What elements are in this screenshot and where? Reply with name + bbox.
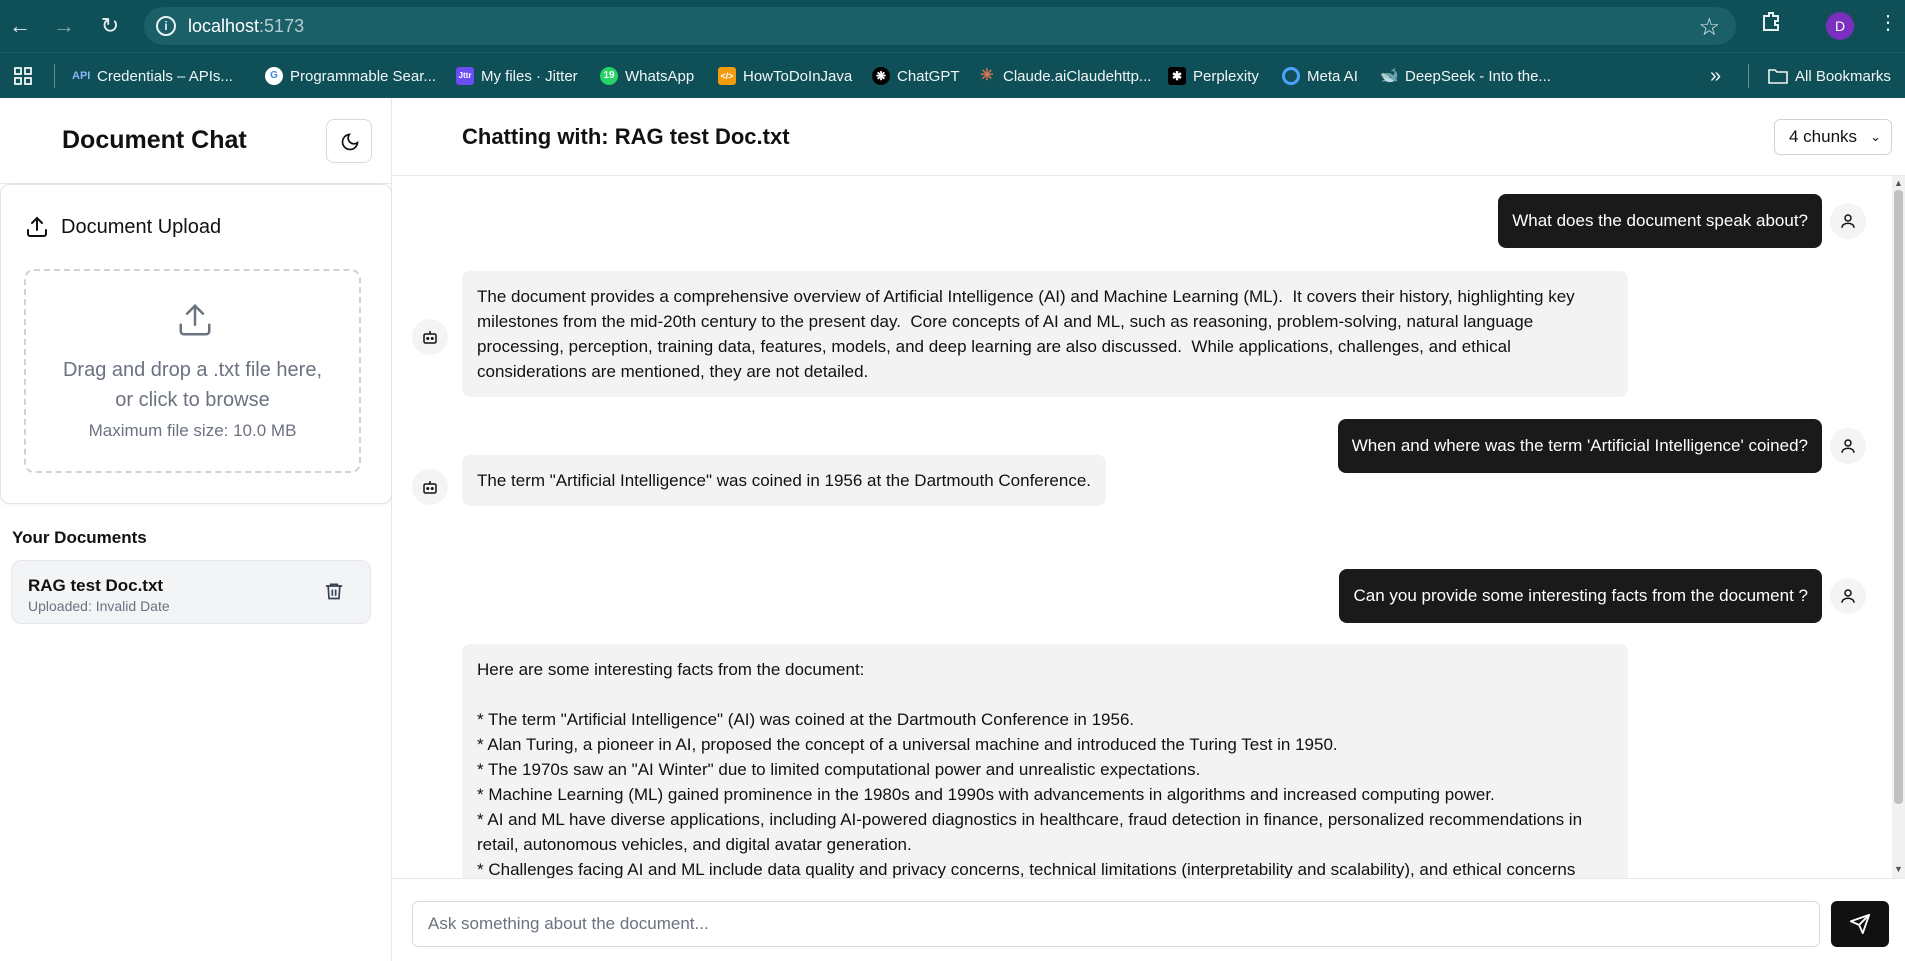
chat-title: Chatting with: RAG test Doc.txt bbox=[462, 124, 790, 149]
bot-avatar bbox=[412, 319, 448, 355]
scroll-down-icon[interactable]: ▼ bbox=[1894, 864, 1903, 874]
user-message: Can you provide some interesting facts f… bbox=[1339, 569, 1822, 623]
scroll-up-icon[interactable]: ▲ bbox=[1894, 178, 1903, 188]
site-info-icon[interactable]: i bbox=[156, 16, 176, 36]
bot-message: The term "Artificial Intelligence" was c… bbox=[462, 455, 1106, 506]
max-file-size: Maximum file size: 10.0 MB bbox=[88, 421, 297, 440]
bot-avatar bbox=[412, 469, 448, 505]
document-date: Uploaded: Invalid Date bbox=[28, 598, 170, 614]
address-bar[interactable]: i localhost:5173 ☆ bbox=[144, 7, 1736, 45]
upload-title: Document Upload bbox=[61, 215, 222, 238]
folder-icon bbox=[1768, 69, 1788, 84]
whatsapp-icon: 19 bbox=[600, 67, 618, 85]
profile-avatar[interactable]: D bbox=[1826, 12, 1854, 40]
bookmark-star-icon[interactable]: ☆ bbox=[1698, 13, 1720, 42]
upload-header: Document Upload bbox=[25, 215, 221, 239]
document-name: RAG test Doc.txt bbox=[28, 576, 164, 595]
google-icon: G bbox=[265, 67, 283, 85]
trash-icon bbox=[325, 583, 343, 600]
claude-icon: ✳ bbox=[980, 67, 994, 84]
bookmark-jitter[interactable]: Jttr My files · Jitter bbox=[456, 65, 578, 87]
delete-document-button[interactable] bbox=[324, 581, 344, 606]
howtodoinjava-icon: </> bbox=[718, 67, 736, 85]
user-message: When and where was the term 'Artificial … bbox=[1337, 419, 1822, 473]
send-button[interactable] bbox=[1831, 901, 1889, 947]
api-icon: API bbox=[72, 70, 91, 82]
bot-icon bbox=[423, 331, 437, 344]
bookmark-programmable-search[interactable]: G Programmable Sear... bbox=[265, 65, 436, 87]
chat-input[interactable] bbox=[412, 901, 1820, 947]
user-icon bbox=[1841, 589, 1855, 603]
upload-icon bbox=[179, 303, 211, 336]
app-title: Document Chat bbox=[62, 126, 247, 154]
bookmark-deepseek[interactable]: 🐋 DeepSeek - Into the... bbox=[1380, 65, 1551, 87]
forward-icon[interactable]: → bbox=[48, 10, 80, 42]
dropzone-text: Drag and drop a .txt file here, or click… bbox=[62, 359, 323, 411]
bookmark-chatgpt[interactable]: ❋ ChatGPT bbox=[872, 65, 960, 87]
bookmarks-divider bbox=[54, 64, 55, 88]
all-bookmarks[interactable]: All Bookmarks bbox=[1768, 65, 1891, 87]
menu-kebab-icon[interactable]: ⋮ bbox=[1878, 10, 1898, 35]
reload-icon[interactable]: ↻ bbox=[94, 10, 126, 42]
sidebar: Document Chat Document Upload Drag and d… bbox=[0, 98, 392, 961]
perplexity-icon: ✱ bbox=[1168, 67, 1186, 85]
app-root: Document Chat Document Upload Drag and d… bbox=[0, 98, 1905, 961]
scroll-thumb[interactable] bbox=[1894, 190, 1903, 804]
bookmark-howtodoinjava[interactable]: </> HowToDoInJava bbox=[718, 65, 852, 87]
bot-icon bbox=[423, 481, 437, 494]
bookmark-claude[interactable]: ✳ Claude.aiClaudehttp... bbox=[978, 65, 1151, 87]
url-text[interactable]: localhost:5173 bbox=[188, 16, 304, 37]
upload-icon bbox=[27, 216, 47, 237]
user-avatar bbox=[1830, 578, 1866, 614]
chevron-down-icon: ⌄ bbox=[1870, 129, 1881, 144]
bookmark-meta-ai[interactable]: Meta AI bbox=[1282, 65, 1358, 87]
bot-message: The document provides a comprehensive ov… bbox=[462, 271, 1628, 397]
bookmarks-divider-right bbox=[1748, 64, 1749, 88]
documents-heading: Your Documents bbox=[12, 528, 147, 547]
bookmark-whatsapp[interactable]: 19 WhatsApp bbox=[600, 65, 694, 87]
moon-icon bbox=[341, 133, 359, 151]
chat-header: Chatting with: RAG test Doc.txt 4 chunks… bbox=[392, 98, 1905, 176]
bot-message: Here are some interesting facts from the… bbox=[462, 644, 1628, 878]
document-item[interactable]: RAG test Doc.txt Uploaded: Invalid Date bbox=[11, 560, 371, 624]
apps-grid-icon[interactable] bbox=[14, 65, 32, 87]
bookmarks-bar: API Credentials – APIs... G Programmable… bbox=[0, 52, 1905, 98]
send-icon bbox=[1849, 913, 1871, 935]
bookmark-credentials[interactable]: API Credentials – APIs... bbox=[72, 65, 233, 87]
browser-toolbar: ← → ↻ i localhost:5173 ☆ D ⋮ bbox=[0, 0, 1905, 52]
message-list[interactable]: What does the document speak about? The … bbox=[392, 176, 1905, 878]
theme-toggle-button[interactable] bbox=[326, 119, 372, 163]
user-message: What does the document speak about? bbox=[1498, 194, 1822, 248]
user-icon bbox=[1841, 214, 1855, 228]
chat-scrollbar[interactable]: ▲ ▼ bbox=[1892, 176, 1905, 878]
chatgpt-icon: ❋ bbox=[872, 67, 890, 85]
more-bookmarks-icon[interactable]: » bbox=[1710, 65, 1721, 87]
extensions-icon[interactable] bbox=[1760, 10, 1782, 38]
deepseek-icon: 🐋 bbox=[1380, 67, 1399, 84]
chat-panel: Chatting with: RAG test Doc.txt 4 chunks… bbox=[392, 98, 1905, 961]
upload-card: Document Upload Drag and drop a .txt fil… bbox=[0, 184, 392, 504]
bookmark-perplexity[interactable]: ✱ Perplexity bbox=[1168, 65, 1259, 87]
back-icon[interactable]: ← bbox=[4, 10, 36, 42]
file-dropzone[interactable]: Drag and drop a .txt file here, or click… bbox=[24, 269, 361, 473]
user-avatar bbox=[1830, 428, 1866, 464]
chunks-select[interactable]: 4 chunks ⌄ bbox=[1774, 119, 1892, 155]
user-avatar bbox=[1830, 203, 1866, 239]
user-icon bbox=[1841, 439, 1855, 453]
meta-ai-icon bbox=[1282, 67, 1300, 85]
jitter-icon: Jttr bbox=[456, 67, 474, 85]
chat-input-bar bbox=[392, 878, 1905, 961]
sidebar-header: Document Chat bbox=[0, 98, 392, 184]
